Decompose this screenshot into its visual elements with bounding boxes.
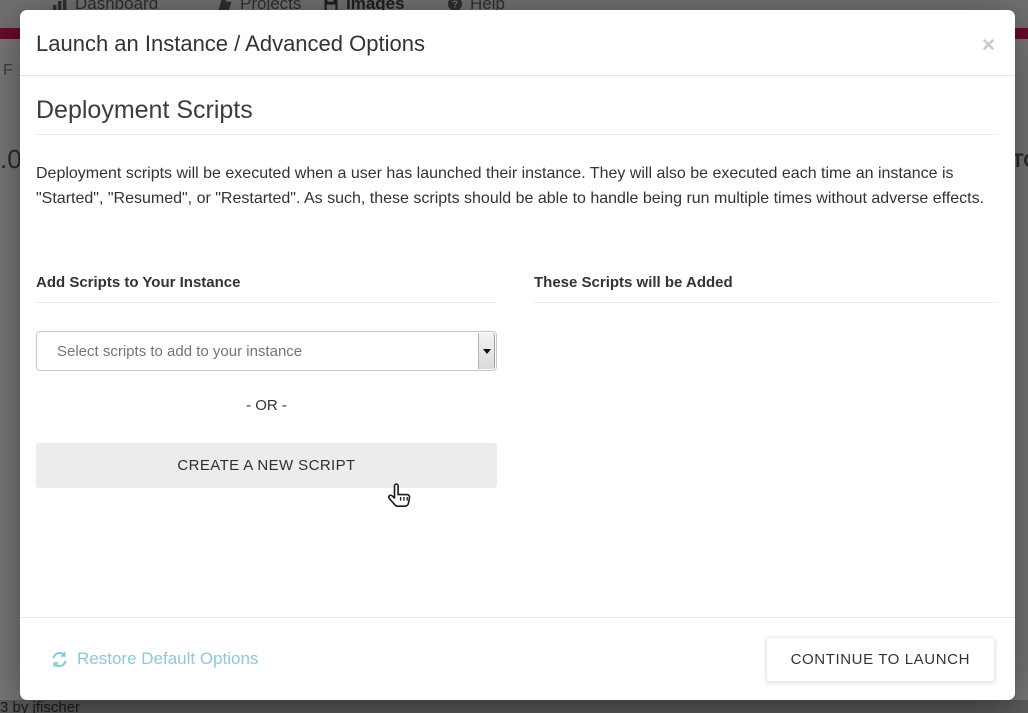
chevron-down-icon[interactable] xyxy=(478,333,495,369)
background-text-fragment: F xyxy=(3,62,13,80)
background-text-fragment: .0 xyxy=(0,144,22,175)
scripts-added-heading: These Scripts will be Added xyxy=(534,274,999,303)
or-divider: - OR - xyxy=(36,397,497,414)
close-icon[interactable]: × xyxy=(982,34,995,56)
page: Dashboard Projects Images ? Help F .0 TO… xyxy=(0,0,1028,713)
background-text-fragment: 3 by jfischer xyxy=(0,699,80,713)
launch-advanced-options-dialog: Launch an Instance / Advanced Options × … xyxy=(20,10,1015,700)
refresh-icon xyxy=(50,650,69,669)
section-heading: Deployment Scripts xyxy=(36,96,999,135)
columns: Add Scripts to Your Instance Select scri… xyxy=(36,274,999,488)
continue-to-launch-button[interactable]: CONTINUE TO LAUNCH xyxy=(766,637,995,682)
section-description: Deployment scripts will be executed when… xyxy=(36,161,986,211)
add-scripts-panel: Add Scripts to Your Instance Select scri… xyxy=(36,274,497,488)
create-script-button[interactable]: CREATE A NEW SCRIPT xyxy=(36,443,497,488)
scripts-added-panel: These Scripts will be Added xyxy=(534,274,999,488)
modal-title: Launch an Instance / Advanced Options xyxy=(36,31,999,57)
add-scripts-heading: Add Scripts to Your Instance xyxy=(36,274,497,303)
script-select-placeholder: Select scripts to add to your instance xyxy=(37,343,302,360)
script-select[interactable]: Select scripts to add to your instance xyxy=(36,331,497,371)
restore-defaults-link[interactable]: Restore Default Options xyxy=(50,649,258,669)
background-row xyxy=(0,700,1028,713)
hand-cursor-icon xyxy=(388,482,414,513)
svg-text:?: ? xyxy=(452,0,458,11)
modal-header: Launch an Instance / Advanced Options × xyxy=(20,10,1015,76)
modal-footer: Restore Default Options CONTINUE TO LAUN… xyxy=(20,617,1015,700)
modal-body: Deployment Scripts Deployment scripts wi… xyxy=(20,76,1015,617)
restore-defaults-label: Restore Default Options xyxy=(77,649,258,669)
